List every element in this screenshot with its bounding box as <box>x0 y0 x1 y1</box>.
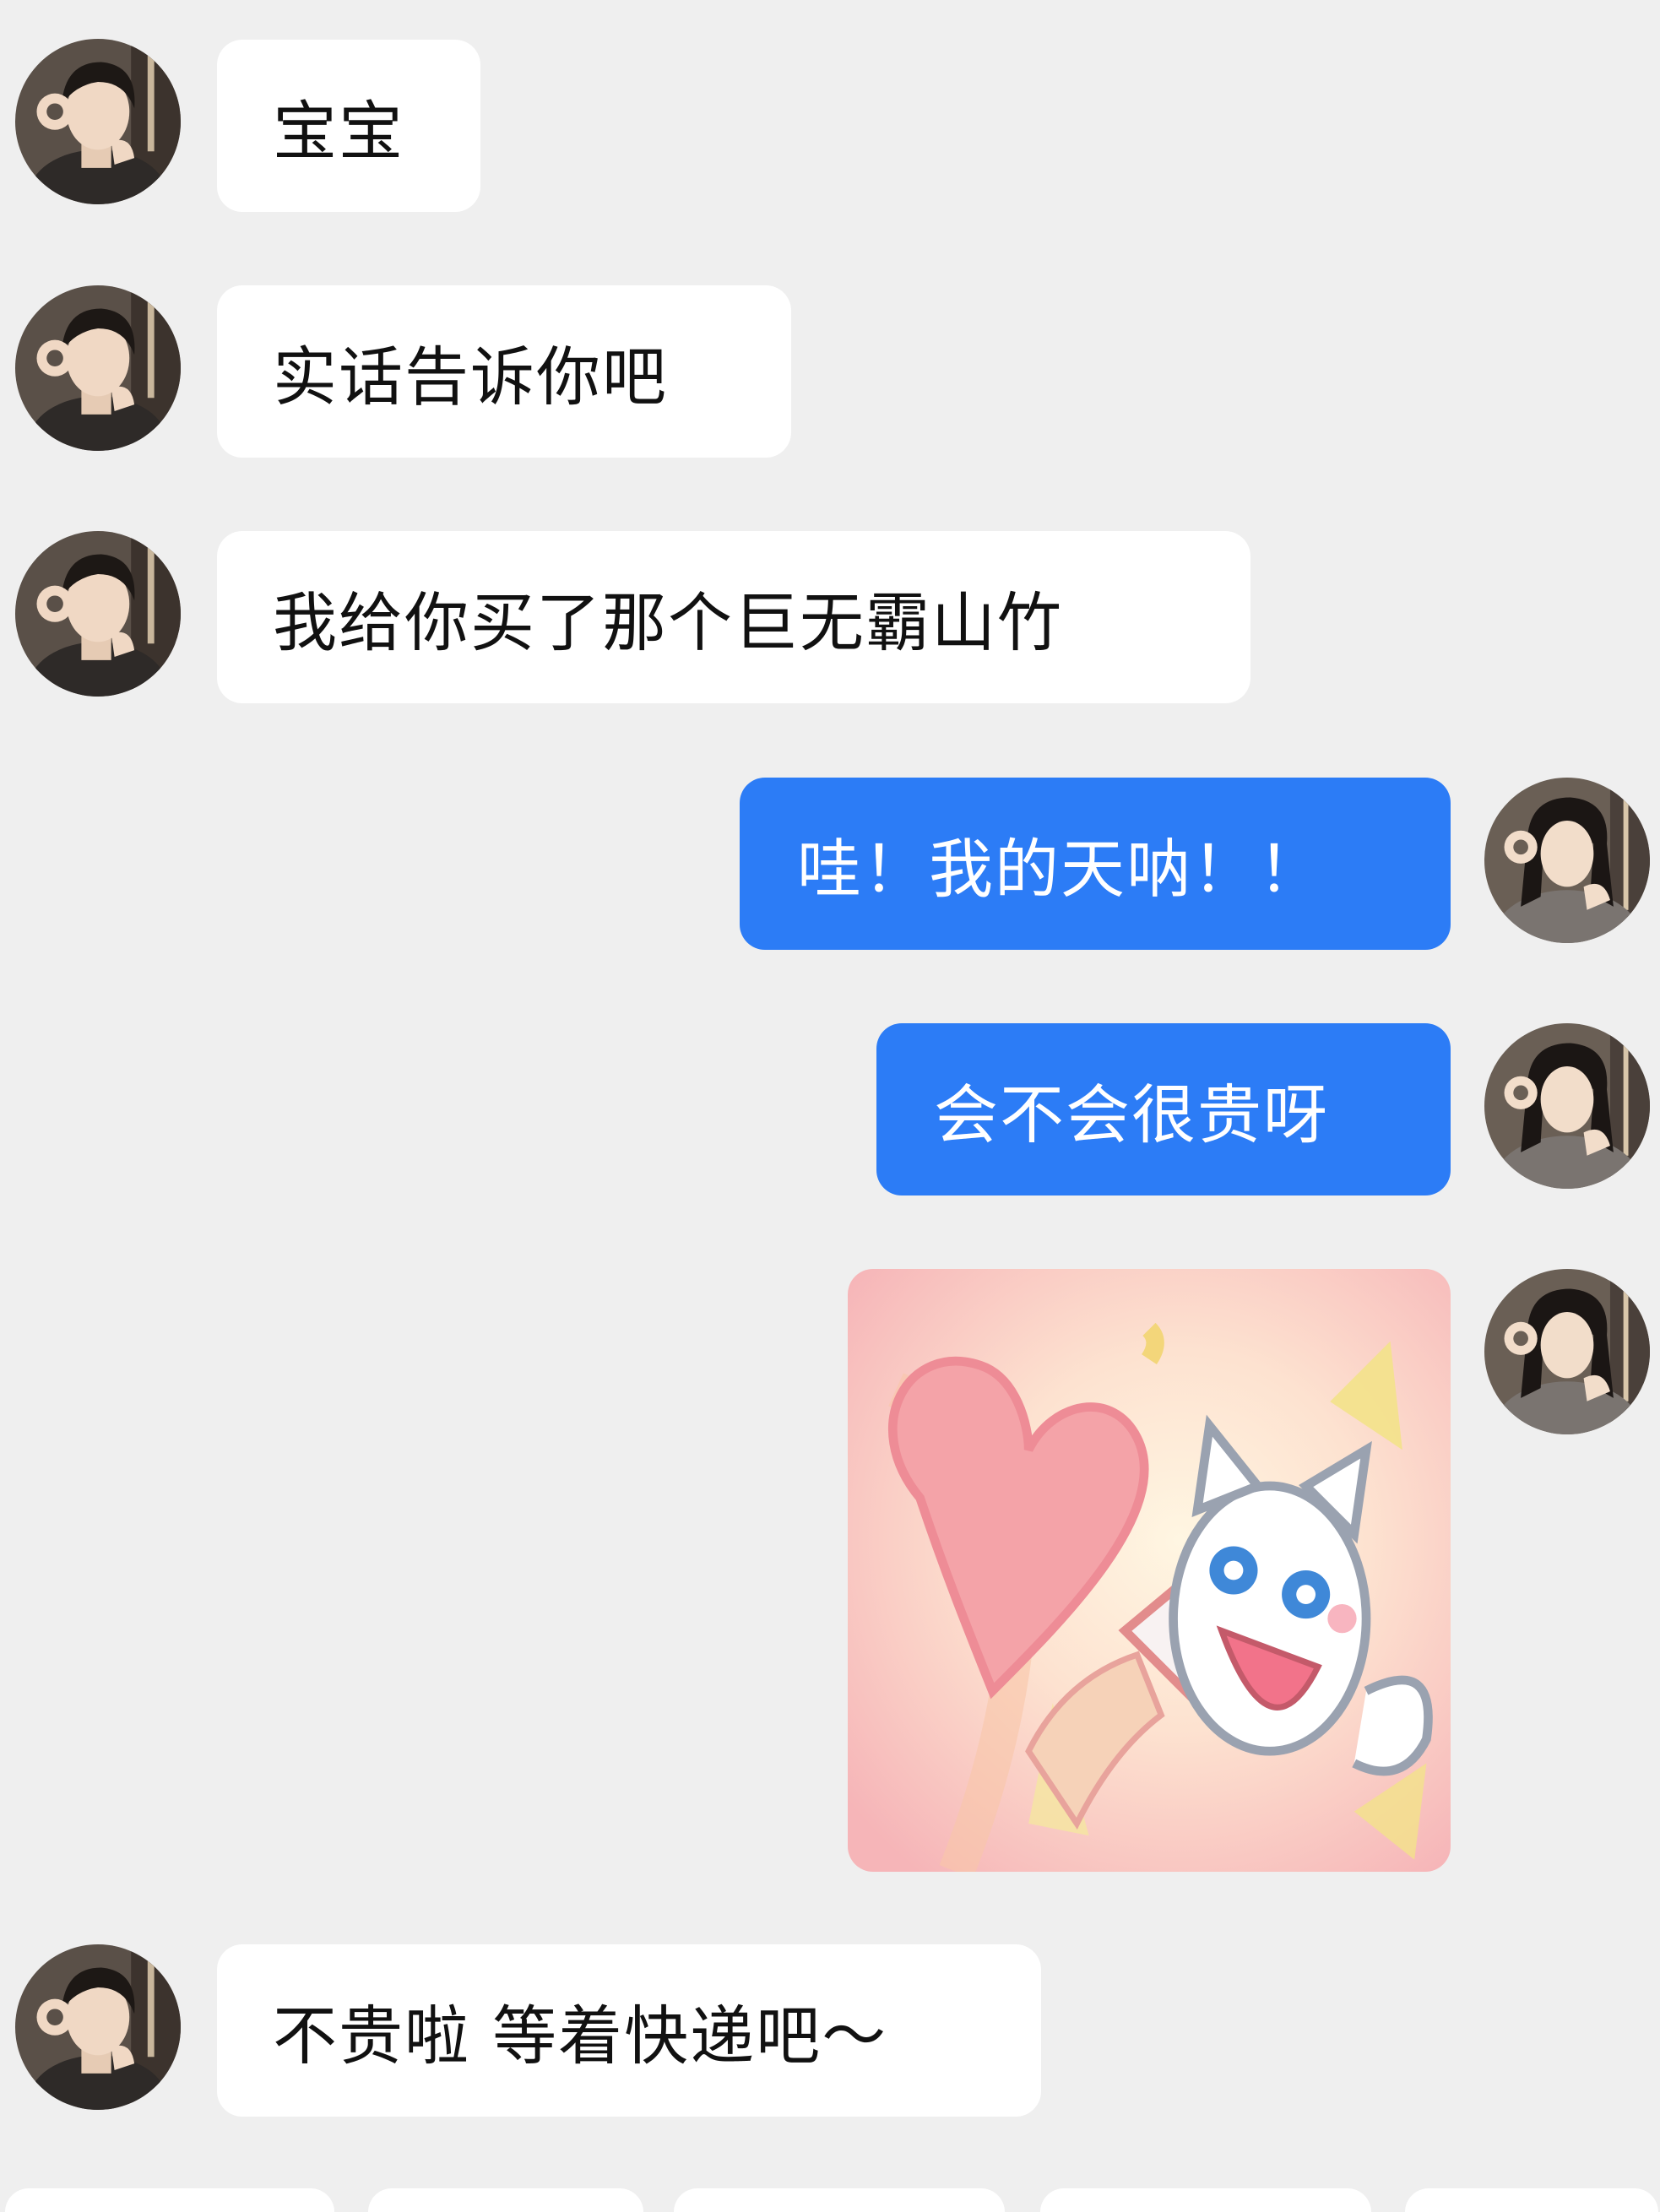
avatar-image <box>15 531 181 697</box>
message-text: 不贵啦 等着快递吧～ <box>273 1998 888 2074</box>
user-avatar[interactable] <box>1484 778 1650 943</box>
sticker-image <box>848 1269 1451 1872</box>
message-text: 实话告诉你吧 <box>273 339 668 415</box>
avatar-image <box>1484 1269 1650 1434</box>
contact-avatar[interactable] <box>15 39 181 204</box>
chat-window: 宝宝 实话告诉你吧 我给你买了那个巨无霸山竹 哇！我的天呐！！ 会不会很贵呀 不… <box>0 0 1660 2212</box>
incoming-message-bubble[interactable]: 实话告诉你吧 <box>217 285 791 458</box>
cat-heart-sticker-icon[interactable] <box>848 1269 1451 1872</box>
outgoing-message-bubble[interactable]: 会不会很贵呀 <box>876 1023 1451 1195</box>
avatar-image <box>15 285 181 451</box>
message-text: 会不会很贵呀 <box>934 1077 1329 1152</box>
message-text: 我给你买了那个巨无霸山竹 <box>273 585 1063 660</box>
incoming-message-bubble[interactable]: 宝宝 <box>217 40 480 212</box>
incoming-message-bubble[interactable]: 不贵啦 等着快递吧～ <box>217 1944 1041 2117</box>
avatar-image <box>15 1944 181 2110</box>
incoming-message-bubble[interactable]: 我给你买了那个巨无霸山竹 <box>217 531 1250 703</box>
message-text: 哇！我的天呐！！ <box>797 832 1324 907</box>
user-avatar[interactable] <box>1484 1269 1650 1434</box>
quick-reply-chip[interactable] <box>368 2188 643 2212</box>
contact-avatar[interactable] <box>15 1944 181 2110</box>
user-avatar[interactable] <box>1484 1023 1650 1189</box>
quick-reply-chip[interactable] <box>674 2188 1005 2212</box>
avatar-image <box>1484 778 1650 943</box>
avatar-image <box>1484 1023 1650 1189</box>
outgoing-message-bubble[interactable]: 哇！我的天呐！！ <box>740 778 1451 950</box>
quick-reply-chip[interactable] <box>5 2188 334 2212</box>
contact-avatar[interactable] <box>15 531 181 697</box>
quick-reply-chip[interactable] <box>1040 2188 1371 2212</box>
quick-reply-chip[interactable] <box>1405 2188 1658 2212</box>
contact-avatar[interactable] <box>15 285 181 451</box>
message-text: 宝宝 <box>273 94 404 169</box>
avatar-image <box>15 39 181 204</box>
